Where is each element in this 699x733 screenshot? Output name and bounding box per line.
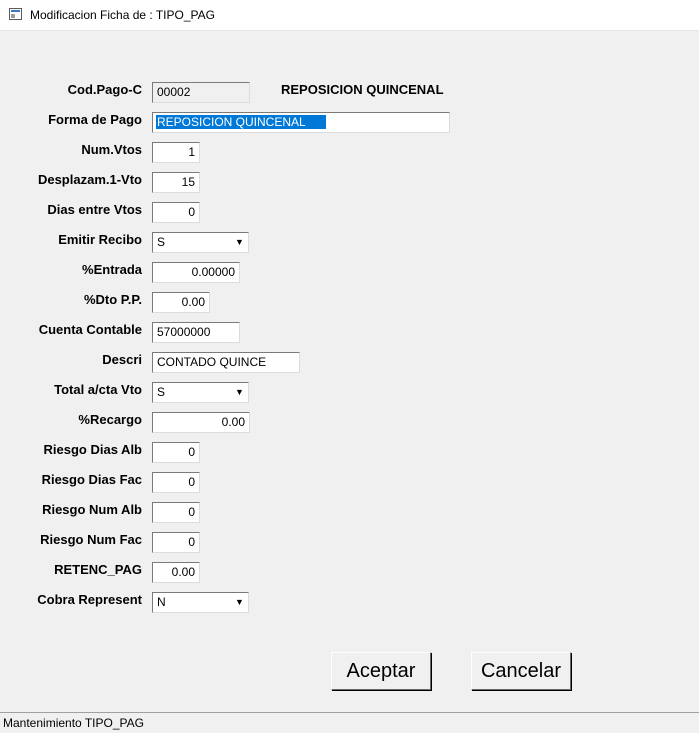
riesgo-num-fac-field[interactable]: 0 [152,532,200,553]
chevron-down-icon[interactable]: ▼ [232,384,247,401]
recargo-field[interactable]: 0.00 [152,412,250,433]
emitir-recibo-combo[interactable]: S ▼ [152,232,249,253]
window-icon[interactable] [9,8,22,20]
cobra-represent-value: N [157,595,166,609]
forma-pago-field[interactable]: REPOSICION QUINCENAL [152,112,450,133]
cuenta-contable-label: Cuenta Contable [38,322,142,337]
desplazam-label: Desplazam.1-Vto [37,172,142,187]
chevron-down-icon[interactable]: ▼ [232,234,247,251]
riesgo-num-alb-field[interactable]: 0 [152,502,200,523]
total-cta-vto-combo[interactable]: S ▼ [152,382,249,403]
cod-pago-field[interactable]: 00002 [152,82,250,103]
cod-pago-description: REPOSICION QUINCENAL [281,82,444,97]
riesgo-num-alb-label: Riesgo Num Alb [42,502,142,517]
dias-entre-vtos-field[interactable]: 0 [152,202,200,223]
riesgo-dias-fac-field[interactable]: 0 [152,472,200,493]
retenc-pag-label: RETENC_PAG [54,562,142,577]
riesgo-dias-fac-label: Riesgo Dias Fac [41,472,142,487]
aceptar-button[interactable]: Aceptar [331,652,431,690]
riesgo-dias-alb-field[interactable]: 0 [152,442,200,463]
dto-pp-label: %Dto P.P. [83,292,142,307]
recargo-label: %Recargo [78,412,142,427]
status-bar: Mantenimiento TIPO_PAG [0,712,699,733]
riesgo-dias-alb-label: Riesgo Dias Alb [43,442,142,457]
title-bar: Modificacion Ficha de : TIPO_PAG [0,0,699,31]
num-vtos-label: Num.Vtos [81,142,142,157]
window-title: Modificacion Ficha de : TIPO_PAG [30,8,215,22]
chevron-down-icon[interactable]: ▼ [232,594,247,611]
entrada-label: %Entrada [82,262,142,277]
num-vtos-field[interactable]: 1 [152,142,200,163]
cuenta-contable-field[interactable]: 57000000 [152,322,240,343]
total-cta-vto-label: Total a/cta Vto [54,382,142,397]
cancelar-button[interactable]: Cancelar [471,652,571,690]
total-cta-vto-value: S [157,385,166,399]
riesgo-num-fac-label: Riesgo Num Fac [40,532,142,547]
desplazam-field[interactable]: 15 [152,172,200,193]
emitir-recibo-label: Emitir Recibo [58,232,142,247]
cod-pago-label: Cod.Pago-C [67,82,142,97]
descri-field[interactable]: CONTADO QUINCE [152,352,300,373]
retenc-pag-field[interactable]: 0.00 [152,562,200,583]
forma-pago-selected-text: REPOSICION QUINCENAL [156,115,326,129]
cobra-represent-label: Cobra Represent [37,592,142,607]
dias-entre-vtos-label: Dias entre Vtos [47,202,142,217]
forma-pago-label: Forma de Pago [48,112,142,127]
dto-pp-field[interactable]: 0.00 [152,292,210,313]
cobra-represent-combo[interactable]: N ▼ [152,592,249,613]
descri-label: Descri [102,352,142,367]
entrada-field[interactable]: 0.00000 [152,262,240,283]
emitir-recibo-value: S [157,235,166,249]
